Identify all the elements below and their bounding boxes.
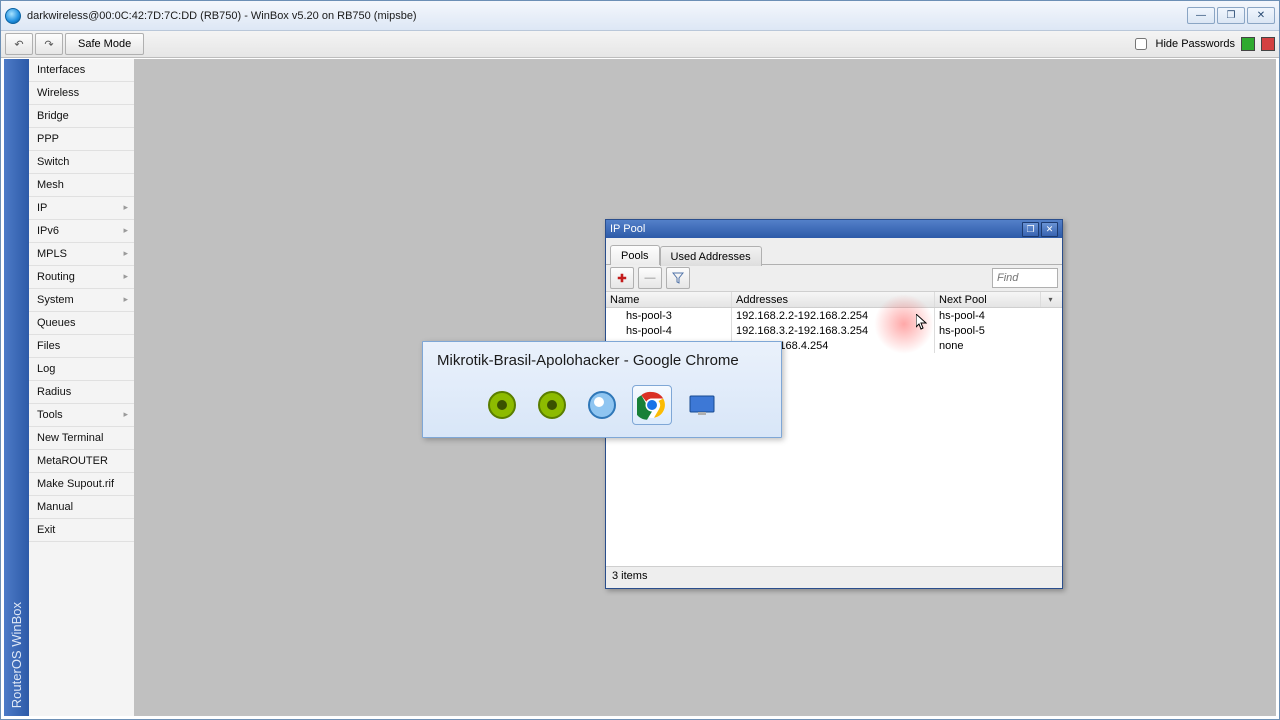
sidebar-item-new-terminal[interactable]: New Terminal: [29, 427, 134, 450]
taskbar-icon-chrome[interactable]: [632, 385, 672, 425]
titlebar: darkwireless@00:0C:42:7D:7C:DD (RB750) -…: [1, 1, 1279, 31]
safe-mode-button[interactable]: Safe Mode: [65, 33, 144, 55]
window-title: darkwireless@00:0C:42:7D:7C:DD (RB750) -…: [27, 10, 1187, 22]
remove-button[interactable]: —: [638, 267, 662, 289]
ip-pool-toolbar: ✚ —: [606, 265, 1062, 291]
minimize-button[interactable]: —: [1187, 7, 1215, 24]
sidebar-item-ip[interactable]: IP▸: [29, 197, 134, 220]
col-next-pool[interactable]: Next Pool: [935, 292, 1041, 307]
cell-next-pool: hs-pool-4: [935, 308, 1041, 323]
column-picker[interactable]: [1041, 292, 1060, 307]
hide-passwords-checkbox[interactable]: [1135, 38, 1147, 50]
ip-pool-titlebar[interactable]: IP Pool ❐ ✕: [606, 220, 1062, 238]
status-text: 3 items: [612, 570, 647, 582]
table-header: Name Addresses Next Pool: [606, 291, 1062, 308]
toolbar: ↶ ↷ Safe Mode Hide Passwords: [1, 31, 1279, 58]
sidebar-item-routing[interactable]: Routing▸: [29, 266, 134, 289]
safe-mode-label: Safe Mode: [78, 38, 131, 50]
ip-pool-title: IP Pool: [610, 223, 645, 235]
taskbar-icon-winbox[interactable]: [582, 385, 622, 425]
redo-button[interactable]: ↷: [35, 33, 63, 55]
add-button[interactable]: ✚: [610, 267, 634, 289]
tab-pools-label: Pools: [621, 250, 649, 262]
chevron-right-icon: ▸: [123, 271, 128, 282]
sidebar-item-manual[interactable]: Manual: [29, 496, 134, 519]
sidebar-item-files[interactable]: Files: [29, 335, 134, 358]
find-input[interactable]: [992, 268, 1058, 288]
col-name[interactable]: Name: [606, 292, 732, 307]
cell-name: hs-pool-4: [606, 323, 732, 338]
sidebar-item-system[interactable]: System▸: [29, 289, 134, 312]
sidebar-item-bridge[interactable]: Bridge: [29, 105, 134, 128]
sidebar-item-log[interactable]: Log: [29, 358, 134, 381]
chevron-right-icon: ▸: [123, 225, 128, 236]
maximize-button[interactable]: ❐: [1217, 7, 1245, 24]
taskbar-icon-utorrent-1[interactable]: [482, 385, 522, 425]
table-row[interactable]: hs-pool-3192.168.2.2-192.168.2.254hs-poo…: [606, 308, 1062, 323]
ip-pool-close-button[interactable]: ✕: [1041, 222, 1058, 237]
sidebar-item-queues[interactable]: Queues: [29, 312, 134, 335]
status-indicator-red: [1261, 37, 1275, 51]
chevron-right-icon: ▸: [123, 409, 128, 420]
undo-button[interactable]: ↶: [5, 33, 33, 55]
chevron-right-icon: ▸: [123, 202, 128, 213]
sidebar-item-ppp[interactable]: PPP: [29, 128, 134, 151]
taskbar-tooltip: Mikrotik-Brasil-Apolohacker - Google Chr…: [422, 341, 782, 438]
sidebar-item-switch[interactable]: Switch: [29, 151, 134, 174]
sidebar-item-tools[interactable]: Tools▸: [29, 404, 134, 427]
sidebar-item-mpls[interactable]: MPLS▸: [29, 243, 134, 266]
cell-next-pool: none: [935, 338, 1041, 353]
workspace: IP Pool ❐ ✕ Pools Used Addresses ✚ —: [134, 59, 1276, 716]
main-window: darkwireless@00:0C:42:7D:7C:DD (RB750) -…: [0, 0, 1280, 720]
app-icon: [5, 8, 21, 24]
taskbar-icon-utorrent-2[interactable]: [532, 385, 572, 425]
ip-pool-tabs: Pools Used Addresses: [606, 238, 1062, 265]
tooltip-title: Mikrotik-Brasil-Apolohacker - Google Chr…: [423, 342, 781, 369]
status-indicator-green: [1241, 37, 1255, 51]
vertical-sash: RouterOS WinBox: [4, 59, 29, 716]
chevron-right-icon: ▸: [123, 294, 128, 305]
sidebar-item-exit[interactable]: Exit: [29, 519, 134, 542]
table-row[interactable]: hs-pool-4192.168.3.2-192.168.3.254hs-poo…: [606, 323, 1062, 338]
tab-used-addresses-label: Used Addresses: [671, 251, 751, 263]
cell-next-pool: hs-pool-5: [935, 323, 1041, 338]
col-addresses[interactable]: Addresses: [732, 292, 935, 307]
sidebar-item-metarouter[interactable]: MetaROUTER: [29, 450, 134, 473]
sidebar-item-wireless[interactable]: Wireless: [29, 82, 134, 105]
status-bar: 3 items: [606, 566, 1062, 585]
tab-used-addresses[interactable]: Used Addresses: [660, 246, 762, 266]
tab-pools[interactable]: Pools: [610, 245, 660, 265]
cell-addresses: 192.168.2.2-192.168.2.254: [732, 308, 935, 323]
hide-passwords-label: Hide Passwords: [1156, 38, 1235, 50]
taskbar-icon-desktop[interactable]: [682, 385, 722, 425]
chevron-right-icon: ▸: [123, 248, 128, 259]
sidebar-item-mesh[interactable]: Mesh: [29, 174, 134, 197]
tooltip-icons: [423, 369, 781, 437]
close-button[interactable]: ✕: [1247, 7, 1275, 24]
sidebar-menu: InterfacesWirelessBridgePPPSwitchMeshIP▸…: [29, 59, 135, 716]
sidebar-item-interfaces[interactable]: Interfaces: [29, 59, 134, 82]
sidebar-item-make-supout-rif[interactable]: Make Supout.rif: [29, 473, 134, 496]
ip-pool-restore-button[interactable]: ❐: [1022, 222, 1039, 237]
sash-label: RouterOS WinBox: [9, 594, 24, 716]
sidebar-item-radius[interactable]: Radius: [29, 381, 134, 404]
sidebar-item-ipv6[interactable]: IPv6▸: [29, 220, 134, 243]
cell-name: hs-pool-3: [606, 308, 732, 323]
filter-button[interactable]: [666, 267, 690, 289]
cell-addresses: 192.168.3.2-192.168.3.254: [732, 323, 935, 338]
client-area: RouterOS WinBox InterfacesWirelessBridge…: [4, 59, 1276, 716]
